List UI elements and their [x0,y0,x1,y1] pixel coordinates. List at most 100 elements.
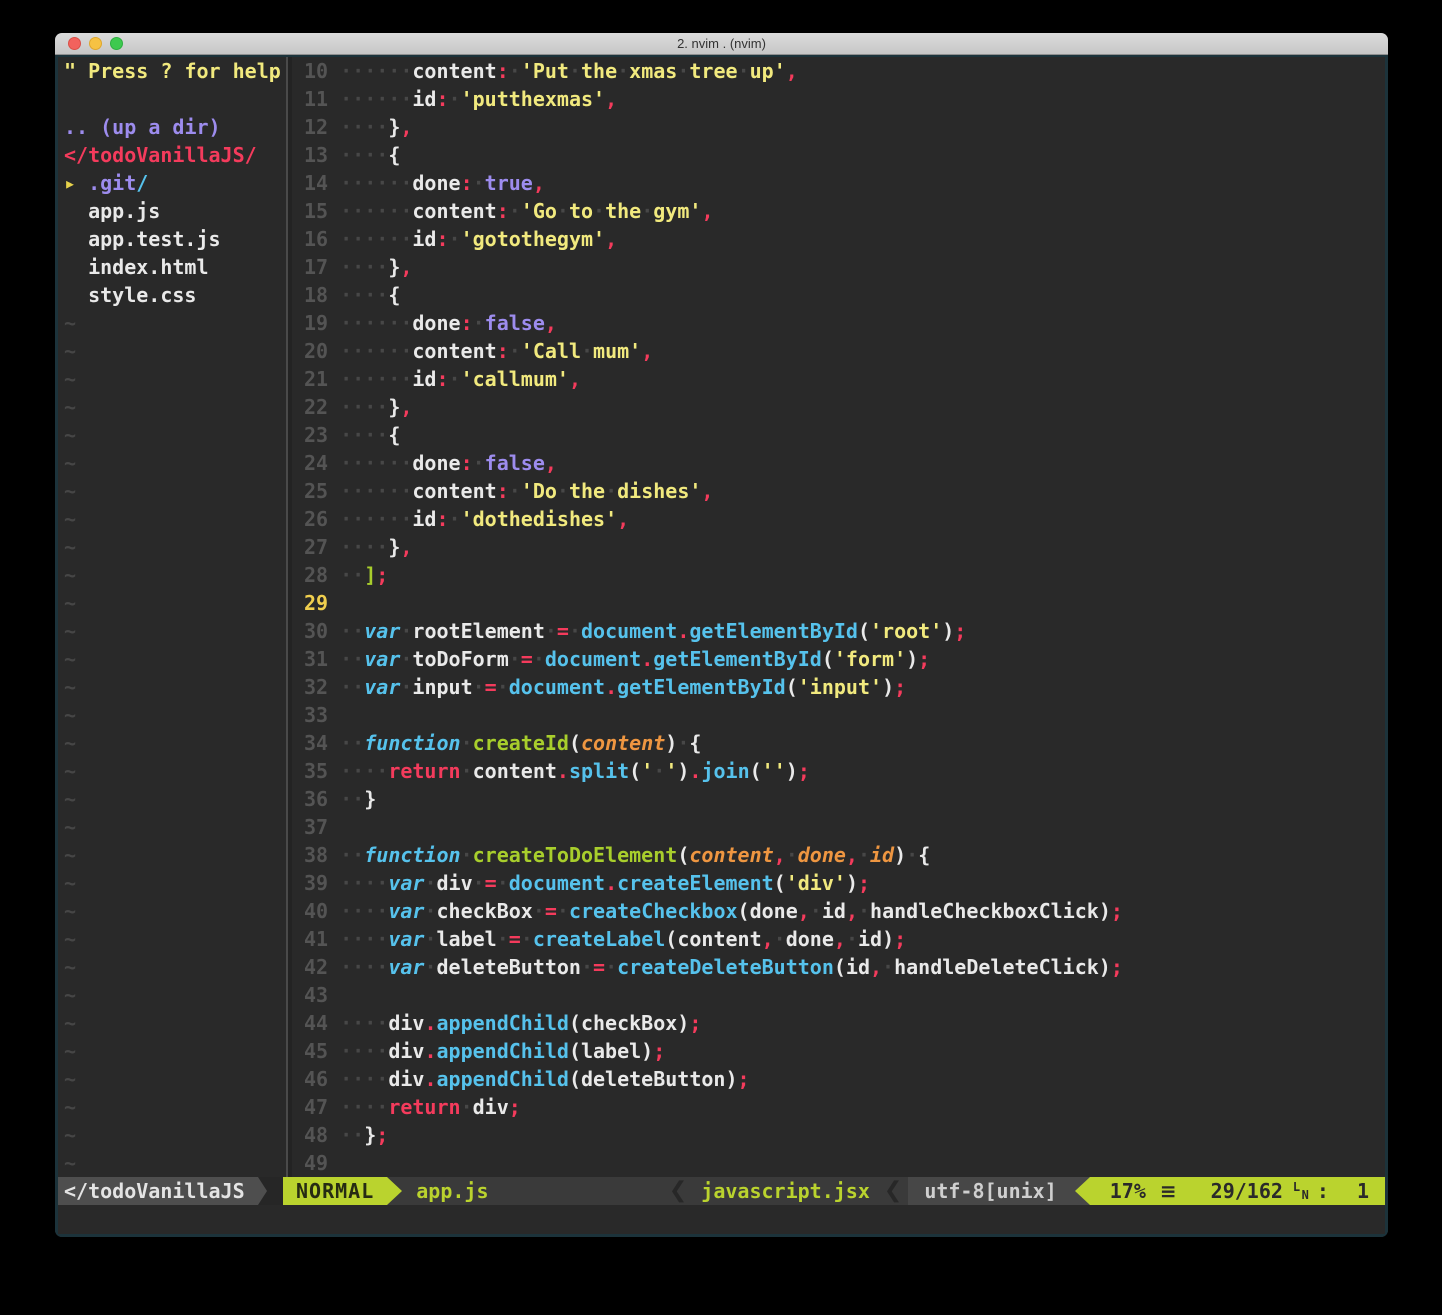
code-line-29[interactable]: 29 [292,589,1385,617]
code-token: ' [665,759,677,783]
code-token: 'callmum' [461,367,569,391]
code-line-14[interactable]: 14······done:·true, [292,169,1385,197]
whitespace-dots: · [557,479,569,503]
line-number: 16 [292,225,328,253]
code-token: dishes' [617,479,701,503]
whitespace-dots: · [509,479,521,503]
nerdtree-panel[interactable]: " Press ? for help.. (up a dir)</todoVan… [58,57,286,1177]
code-line-12[interactable]: 12····}, [292,113,1385,141]
code-token: done [412,451,460,475]
code-line-24[interactable]: 24······done:·false, [292,449,1385,477]
code-line-17[interactable]: 17····}, [292,253,1385,281]
code-token: : [436,507,448,531]
tree-dir-git[interactable]: ▸ .git/ [58,169,286,197]
code-line-39[interactable]: 39····var·div·=·document.createElement('… [292,869,1385,897]
code-token: help [233,59,281,83]
code-line-15[interactable]: 15······content:·'Go·to·the·gym', [292,197,1385,225]
code-line-20[interactable]: 20······content:·'Call·mum', [292,337,1385,365]
code-line-26[interactable]: 26······id:·'dothedishes', [292,505,1385,533]
code-line-48[interactable]: 48··}; [292,1121,1385,1149]
code-token: document [509,871,605,895]
code-token: = [485,675,497,699]
line-number: 30 [292,617,328,645]
tree-up-a-dir[interactable]: .. (up a dir) [58,113,286,141]
code-line-22[interactable]: 22····}, [292,393,1385,421]
whitespace-dots: · [449,87,461,111]
whitespace-dots: · [424,927,436,951]
code-token: = [557,619,569,643]
titlebar[interactable]: 2. nvim . (nvim) [55,33,1388,55]
command-line[interactable] [58,1205,1385,1234]
code-token: ) [677,759,689,783]
code-line-10[interactable]: 10······content:·'Put·the·xmas·tree·up', [292,57,1385,85]
code-token: appendChild [436,1039,568,1063]
code-token: , [400,535,412,559]
code-line-28[interactable]: 28··]; [292,561,1385,589]
tree-file-style-css[interactable]: style.css [58,281,286,309]
code-token: done [798,843,846,867]
code-line-13[interactable]: 13····{ [292,141,1385,169]
code-token: 'dothedishes' [461,507,618,531]
tree-file-app-test-js[interactable]: app.test.js [58,225,286,253]
code-token: , [617,507,629,531]
code-line-37[interactable]: 37 [292,813,1385,841]
code-line-23[interactable]: 23····{ [292,421,1385,449]
code-token: ~ [64,1039,76,1063]
tree-file-app-js[interactable]: app.js [58,197,286,225]
tree-root-todovanillajs[interactable]: </todoVanillaJS/ [58,141,286,169]
code-line-44[interactable]: 44····div.appendChild(checkBox); [292,1009,1385,1037]
filename-label: app.js [416,1177,488,1205]
code-token: : [461,451,473,475]
whitespace-dots: · [449,227,461,251]
code-line-27[interactable]: 27····}, [292,533,1385,561]
code-line-35[interactable]: 35····return·content.split('·').join('')… [292,757,1385,785]
code-line-31[interactable]: 31··var·toDoForm·=·document.getElementBy… [292,645,1385,673]
code-line-46[interactable]: 46····div.appendChild(deleteButton); [292,1065,1385,1093]
code-line-41[interactable]: 41····var·label·=·createLabel(content,·d… [292,925,1385,953]
code-token: the [605,199,641,223]
code-line-18[interactable]: 18····{ [292,281,1385,309]
code-token: ~ [64,647,76,671]
whitespace-dots: · [533,647,545,671]
code-token: ) [1099,955,1111,979]
code-token: false [485,311,545,335]
line-number: 10 [292,57,328,85]
code-token: ; [738,1067,750,1091]
whitespace-dots: ·· [340,787,364,811]
whitespace-dots: · [509,339,521,363]
code-line-34[interactable]: 34··function·createId(content)·{ [292,729,1385,757]
whitespace-dots: ···· [340,1039,388,1063]
empty-buffer-line: ~ [58,897,286,925]
code-line-49[interactable]: 49 [292,1149,1385,1177]
whitespace-dots: · [497,871,509,895]
tree-file-index-html[interactable]: index.html [58,253,286,281]
code-token: . [424,1039,436,1063]
code-line-43[interactable]: 43 [292,981,1385,1009]
code-token: createCheckbox [569,899,738,923]
empty-buffer-line: ~ [58,1093,286,1121]
code-line-25[interactable]: 25······content:·'Do·the·dishes', [292,477,1385,505]
code-line-19[interactable]: 19······done:·false, [292,309,1385,337]
code-line-16[interactable]: 16······id:·'gotothegym', [292,225,1385,253]
empty-buffer-line: ~ [58,925,286,953]
code-token: , [533,171,545,195]
code-line-38[interactable]: 38··function·createToDoElement(content,·… [292,841,1385,869]
code-token: content [581,731,665,755]
code-line-36[interactable]: 36··} [292,785,1385,813]
code-token: ~ [64,1095,76,1119]
empty-buffer-line: ~ [58,729,286,757]
editor-buffer[interactable]: 10······content:·'Put·the·xmas·tree·up',… [292,57,1385,1177]
code-token: ~ [64,395,76,419]
code-line-47[interactable]: 47····return·div; [292,1093,1385,1121]
code-line-45[interactable]: 45····div.appendChild(label); [292,1037,1385,1065]
code-line-40[interactable]: 40····var·checkBox·=·createCheckbox(done… [292,897,1385,925]
code-line-11[interactable]: 11······id:·'putthexmas', [292,85,1385,113]
empty-buffer-line: ~ [58,953,286,981]
code-line-21[interactable]: 21······id:·'callmum', [292,365,1385,393]
code-line-30[interactable]: 30··var·rootElement·=·document.getElemen… [292,617,1385,645]
code-token: for [184,59,220,83]
code-token: ( [629,759,641,783]
code-line-33[interactable]: 33 [292,701,1385,729]
code-line-32[interactable]: 32··var·input·=·document.getElementById(… [292,673,1385,701]
code-line-42[interactable]: 42····var·deleteButton·=·createDeleteBut… [292,953,1385,981]
